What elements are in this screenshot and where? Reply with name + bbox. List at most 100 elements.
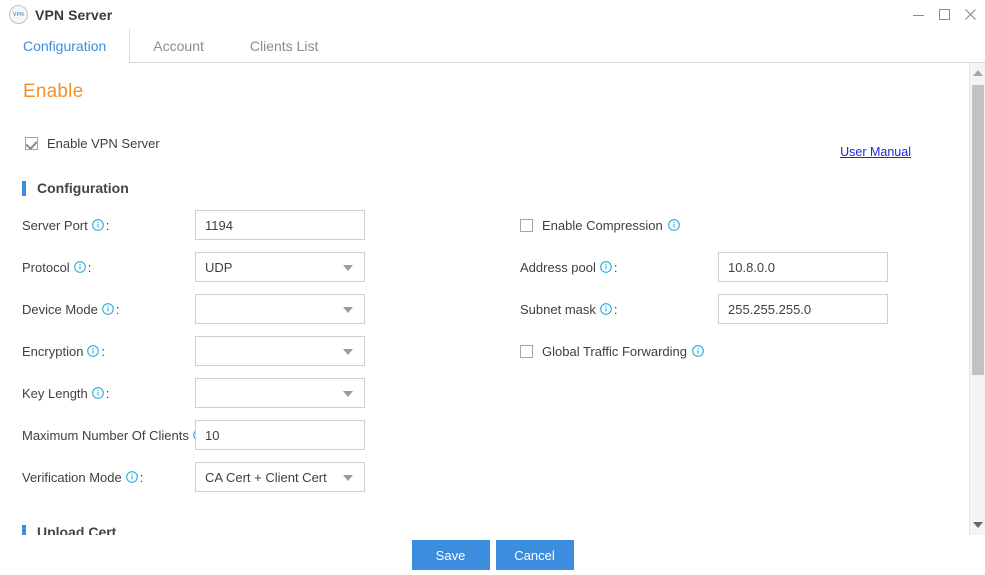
- scroll-down-button[interactable]: [970, 517, 985, 533]
- enable-compression-row[interactable]: Enable Compression: [520, 210, 960, 240]
- save-button[interactable]: Save: [412, 540, 490, 570]
- configuration-section-header: Configuration: [0, 180, 985, 196]
- window-controls: [912, 0, 977, 29]
- field-verification-mode: Verification Mode : CA Cert + Client Cer…: [0, 462, 520, 492]
- caret-down-icon: [973, 522, 983, 528]
- label-text: Address pool: [520, 260, 596, 275]
- tab-clients-list-label: Clients List: [250, 38, 318, 54]
- maximum-number-of-clients-input[interactable]: 10: [195, 420, 365, 450]
- field-encryption-label: Encryption :: [0, 344, 195, 359]
- address-pool-value: 10.8.0.0: [728, 260, 775, 275]
- label-text: Server Port: [22, 218, 88, 233]
- cancel-button[interactable]: Cancel: [496, 540, 574, 570]
- field-subnet-mask-label: Subnet mask :: [520, 302, 718, 317]
- field-key-length-label: Key Length :: [0, 386, 195, 401]
- user-manual-link[interactable]: User Manual: [840, 145, 911, 159]
- tab-bar: Configuration Account Clients List: [0, 29, 985, 63]
- label-text: Key Length: [22, 386, 88, 401]
- key-length-select[interactable]: [195, 378, 365, 408]
- protocol-select[interactable]: UDP: [195, 252, 365, 282]
- tab-configuration-label: Configuration: [23, 38, 106, 54]
- field-protocol: Protocol : UDP: [0, 252, 520, 282]
- encryption-select[interactable]: [195, 336, 365, 366]
- global-traffic-forwarding-row[interactable]: Global Traffic Forwarding: [520, 336, 960, 366]
- label-text: Maximum Number Of Clients: [22, 428, 189, 443]
- enable-vpn-server-row[interactable]: Enable VPN Server: [0, 103, 985, 151]
- label-text: Device Mode: [22, 302, 98, 317]
- settings-scroll-area: Enable User Manual Enable VPN Server Con…: [0, 63, 985, 535]
- scroll-up-button[interactable]: [970, 65, 985, 81]
- info-icon[interactable]: [92, 219, 104, 231]
- chevron-down-icon: [343, 349, 353, 355]
- verification-mode-value: CA Cert + Client Cert: [205, 470, 327, 485]
- field-key-length: Key Length :: [0, 378, 520, 408]
- window-title: VPN Server: [35, 7, 112, 23]
- label-colon: :: [116, 302, 120, 317]
- info-icon[interactable]: [87, 345, 99, 357]
- maximum-number-of-clients-value: 10: [205, 428, 219, 443]
- label-text: Protocol: [22, 260, 70, 275]
- info-icon[interactable]: [92, 387, 104, 399]
- label-colon: :: [140, 470, 144, 485]
- tab-configuration[interactable]: Configuration: [0, 29, 130, 63]
- label-colon: :: [106, 386, 110, 401]
- field-server-port-label: Server Port :: [0, 218, 195, 233]
- info-icon[interactable]: [600, 261, 612, 273]
- minimize-icon[interactable]: [912, 8, 925, 21]
- label-colon: :: [614, 302, 618, 317]
- server-port-input[interactable]: 1194: [195, 210, 365, 240]
- global-traffic-forwarding-checkbox[interactable]: [520, 345, 533, 358]
- field-server-port: Server Port : 1194: [0, 210, 520, 240]
- field-address-pool-label: Address pool :: [520, 260, 718, 275]
- configuration-section-title: Configuration: [37, 180, 129, 196]
- enable-vpn-server-checkbox[interactable]: [25, 137, 38, 150]
- enable-compression-checkbox[interactable]: [520, 219, 533, 232]
- vpn-badge-icon-text: VPN: [13, 12, 24, 18]
- address-pool-input[interactable]: 10.8.0.0: [718, 252, 888, 282]
- chevron-down-icon: [343, 307, 353, 313]
- label-colon: :: [88, 260, 92, 275]
- global-traffic-forwarding-label: Global Traffic Forwarding: [542, 344, 687, 359]
- info-icon[interactable]: [74, 261, 86, 273]
- label-text: Subnet mask: [520, 302, 596, 317]
- section-accent-bar: [22, 525, 26, 536]
- field-device-mode-label: Device Mode :: [0, 302, 195, 317]
- field-address-pool: Address pool : 10.8.0.0: [520, 252, 960, 282]
- configuration-form: Server Port : 1194 Protocol :: [0, 210, 985, 510]
- chevron-down-icon: [343, 475, 353, 481]
- info-icon[interactable]: [600, 303, 612, 315]
- maximize-icon[interactable]: [938, 8, 951, 21]
- scrollbar-thumb[interactable]: [972, 85, 984, 375]
- device-mode-select[interactable]: [195, 294, 365, 324]
- caret-up-icon: [973, 70, 983, 76]
- vertical-scrollbar[interactable]: [969, 63, 985, 535]
- dialog-footer: Save Cancel: [0, 535, 985, 575]
- tab-account-label: Account: [153, 38, 204, 54]
- field-maximum-number-of-clients-label: Maximum Number Of Clients :: [0, 428, 195, 443]
- verification-mode-select[interactable]: CA Cert + Client Cert: [195, 462, 365, 492]
- enable-heading: Enable: [0, 63, 985, 103]
- section-accent-bar: [22, 181, 26, 196]
- vpn-badge-icon: VPN: [9, 5, 28, 24]
- field-subnet-mask: Subnet mask : 255.255.255.0: [520, 294, 960, 324]
- subnet-mask-value: 255.255.255.0: [728, 302, 811, 317]
- info-icon[interactable]: [102, 303, 114, 315]
- label-text: Encryption: [22, 344, 83, 359]
- info-icon[interactable]: [126, 471, 138, 483]
- subnet-mask-input[interactable]: 255.255.255.0: [718, 294, 888, 324]
- tab-account[interactable]: Account: [130, 29, 227, 62]
- chevron-down-icon: [343, 391, 353, 397]
- window-titlebar: VPN VPN Server: [0, 0, 985, 29]
- enable-vpn-server-label: Enable VPN Server: [47, 136, 160, 151]
- info-icon[interactable]: [692, 345, 704, 357]
- label-colon: :: [614, 260, 618, 275]
- field-maximum-number-of-clients: Maximum Number Of Clients : 10: [0, 420, 520, 450]
- server-port-value: 1194: [205, 218, 233, 233]
- close-icon[interactable]: [964, 8, 977, 21]
- field-encryption: Encryption :: [0, 336, 520, 366]
- info-icon[interactable]: [668, 219, 680, 231]
- tab-clients-list[interactable]: Clients List: [227, 29, 341, 62]
- field-verification-mode-label: Verification Mode :: [0, 470, 195, 485]
- upload-cert-section-title: Upload Cert: [37, 524, 116, 535]
- form-column-right: Enable Compression Address pool : 10.8.0…: [520, 210, 960, 378]
